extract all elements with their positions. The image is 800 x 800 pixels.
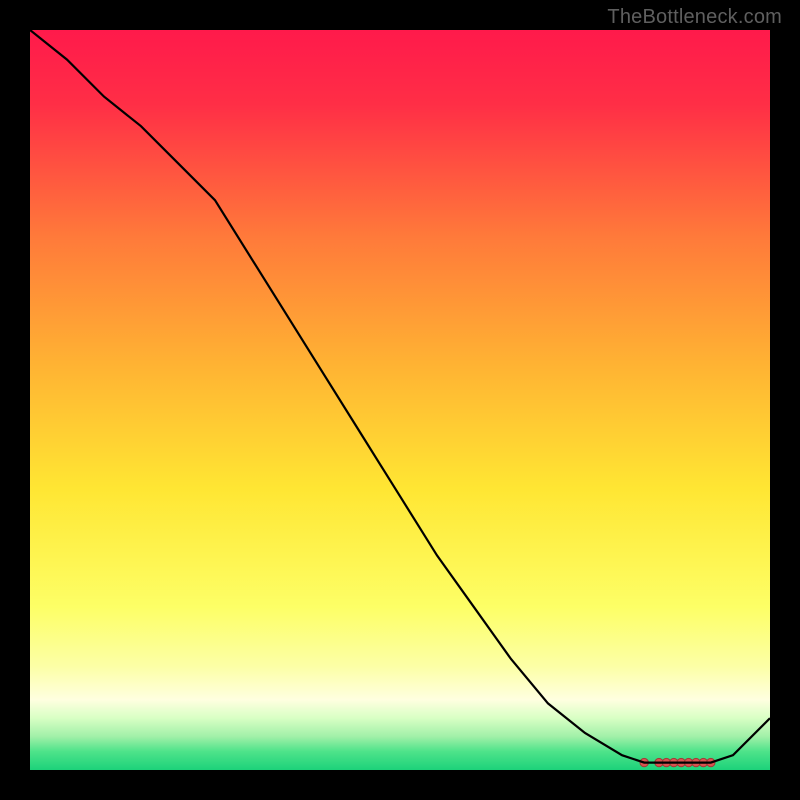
plot-area — [30, 30, 770, 770]
chart-frame: TheBottleneck.com — [0, 0, 800, 800]
watermark: TheBottleneck.com — [607, 6, 782, 29]
bottleneck-curve — [30, 30, 770, 763]
curve-layer — [30, 30, 770, 770]
